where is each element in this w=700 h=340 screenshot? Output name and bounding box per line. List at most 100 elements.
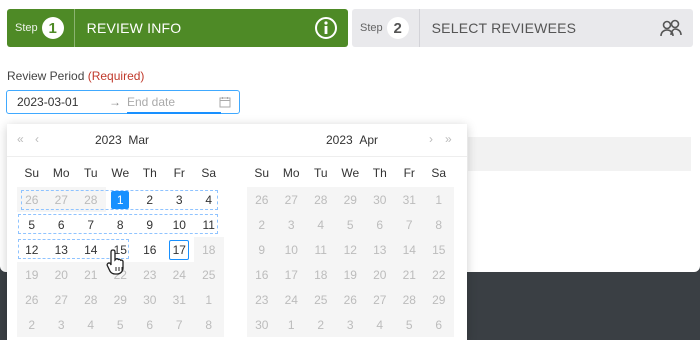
calendar-day-cell[interactable]: 11 (194, 212, 224, 237)
date-range-dropdown: « ‹ 2023 Mar Su Mo Tu We Th Fr Sa 26 27 28 1 2 3 4 5 6… (7, 124, 467, 340)
day-number: 19 (25, 267, 39, 282)
weekday-label: Fr (403, 166, 415, 180)
day-number: 21 (84, 267, 98, 282)
day-number: 5 (405, 317, 413, 332)
day-number: 6 (376, 217, 384, 232)
day-number: 11 (202, 217, 215, 232)
required-label: (Required) (87, 69, 145, 83)
year-select[interactable]: 2023 (326, 133, 353, 147)
label-text: Review Period (7, 69, 85, 83)
day-number: 19 (343, 267, 357, 282)
calendar-day-cell: 17 (276, 262, 306, 287)
calendar-day-cell: 30 (365, 187, 395, 212)
weekday-label: Sa (431, 166, 447, 180)
day-number: 30 (255, 317, 269, 332)
calendar-day-cell[interactable]: 8 (106, 212, 136, 237)
calendar-day-cell: 8 (194, 312, 224, 337)
calendar-day-cell: 5 (394, 312, 424, 337)
calendar-day-cell: 24 (276, 287, 306, 312)
calendar-day-cell: 25 (306, 287, 336, 312)
calendar-day-cell[interactable]: 10 (165, 212, 195, 237)
day-number: 22 (432, 267, 446, 282)
calendar-panel-march: « ‹ 2023 Mar Su Mo Tu We Th Fr Sa 26 27 28 1 2 3 4 5 6… (7, 124, 237, 340)
calendar-week-row: 2 3 4 5 6 7 8 (247, 212, 454, 237)
calendar-day-cell[interactable]: 13 (47, 237, 77, 262)
day-number: 20 (373, 267, 387, 282)
calendar-day-cell[interactable]: 16 (135, 237, 165, 262)
day-number: 17 (169, 239, 190, 260)
calendar-day-cell: 20 (46, 262, 76, 287)
calendar-day-cell: 13 (365, 237, 395, 262)
calendar-day-cell: 6 (135, 312, 165, 337)
month-select[interactable]: Apr (359, 133, 378, 147)
step-2-select-reviewees[interactable]: Step 2 SELECT REVIEWEES (352, 9, 693, 47)
calendar-day-cell[interactable]: 14 (76, 237, 106, 262)
day-number: 10 (172, 217, 186, 232)
day-number: 25 (202, 267, 216, 282)
calendar-day-cell[interactable]: 12 (17, 237, 47, 262)
day-number: 14 (402, 242, 416, 257)
step-title: SELECT REVIEWEES (431, 20, 577, 36)
calendar-day-cell[interactable]: 3 (165, 187, 195, 212)
calendar-day-cell: 6 (365, 212, 395, 237)
date-range-picker[interactable]: 2023-03-01 → End date (6, 90, 240, 114)
calendar-day-cell: 3 (276, 212, 306, 237)
day-number: 6 (435, 317, 443, 332)
month-select[interactable]: Mar (128, 133, 149, 147)
year-select[interactable]: 2023 (95, 133, 122, 147)
calendar-day-cell[interactable]: 6 (47, 212, 77, 237)
day-number: 5 (116, 317, 124, 332)
calendar-day-cell: 26 (335, 287, 365, 312)
day-number: 17 (284, 267, 298, 282)
day-number: 28 (314, 192, 328, 207)
day-number: 29 (343, 192, 357, 207)
day-grid: 26 27 28 29 30 31 1 2 3 4 5 6 7 8 9 10 11 12 13 14 15 16 17 18 1… (247, 187, 454, 337)
calendar-day-cell: 5 (335, 212, 365, 237)
day-number: 27 (284, 192, 298, 207)
day-number: 1 (205, 292, 213, 307)
day-number: 4 (87, 317, 95, 332)
next-month-button[interactable]: › (429, 132, 433, 146)
calendar-day-cell: 28 (76, 187, 106, 212)
weekday-label: Mo (282, 166, 300, 180)
start-date-input[interactable]: 2023-03-01 (17, 95, 109, 109)
day-number: 2 (28, 317, 36, 332)
day-number: 8 (116, 217, 124, 232)
review-period-label: Review Period (Required) (7, 69, 144, 83)
next-year-button[interactable]: » (445, 132, 452, 146)
calendar-day-cell[interactable]: 5 (17, 212, 47, 237)
day-number: 12 (25, 242, 39, 257)
calendar-day-cell[interactable]: 17 (165, 237, 195, 262)
calendar-week-row: 2 3 4 5 6 7 8 (17, 312, 224, 337)
day-number: 6 (146, 317, 154, 332)
step-number: 2 (386, 17, 409, 39)
calendar-day-cell: 1 (424, 187, 454, 212)
step-1-review-info[interactable]: Step 1 REVIEW INFO (7, 9, 348, 47)
day-number: 16 (143, 242, 157, 257)
weekday-label: Th (372, 166, 387, 180)
day-number: 18 (202, 242, 216, 257)
calendar-day-cell: 4 (76, 312, 106, 337)
calendar-day-cell: 4 (365, 312, 395, 337)
calendar-day-cell[interactable]: 7 (76, 212, 106, 237)
calendar-day-cell: 15 (424, 237, 454, 262)
day-number: 27 (373, 292, 387, 307)
day-number: 13 (373, 242, 387, 257)
calendar-day-cell: 29 (105, 287, 135, 312)
calendar-day-cell: 8 (424, 212, 454, 237)
calendar-day-cell: 2 (17, 312, 47, 337)
calendar-day-cell: 28 (394, 287, 424, 312)
calendar-header: « ‹ 2023 Mar (7, 124, 237, 157)
day-number: 2 (258, 217, 266, 232)
calendar-week-row: 30 1 2 3 4 5 6 (247, 312, 454, 337)
calendar-day-cell[interactable]: 1 (106, 187, 136, 212)
calendar-day-cell[interactable]: 2 (135, 187, 165, 212)
day-number: 28 (84, 292, 98, 307)
calendar-day-cell: 21 (394, 262, 424, 287)
calendar-day-cell[interactable]: 4 (194, 187, 224, 212)
calendar-day-cell: 6 (424, 312, 454, 337)
end-date-input[interactable]: End date (127, 95, 219, 109)
day-number: 9 (258, 242, 266, 257)
calendar-day-cell[interactable]: 9 (135, 212, 165, 237)
weekday-header: Su Mo Tu We Th Fr Sa (17, 166, 224, 180)
